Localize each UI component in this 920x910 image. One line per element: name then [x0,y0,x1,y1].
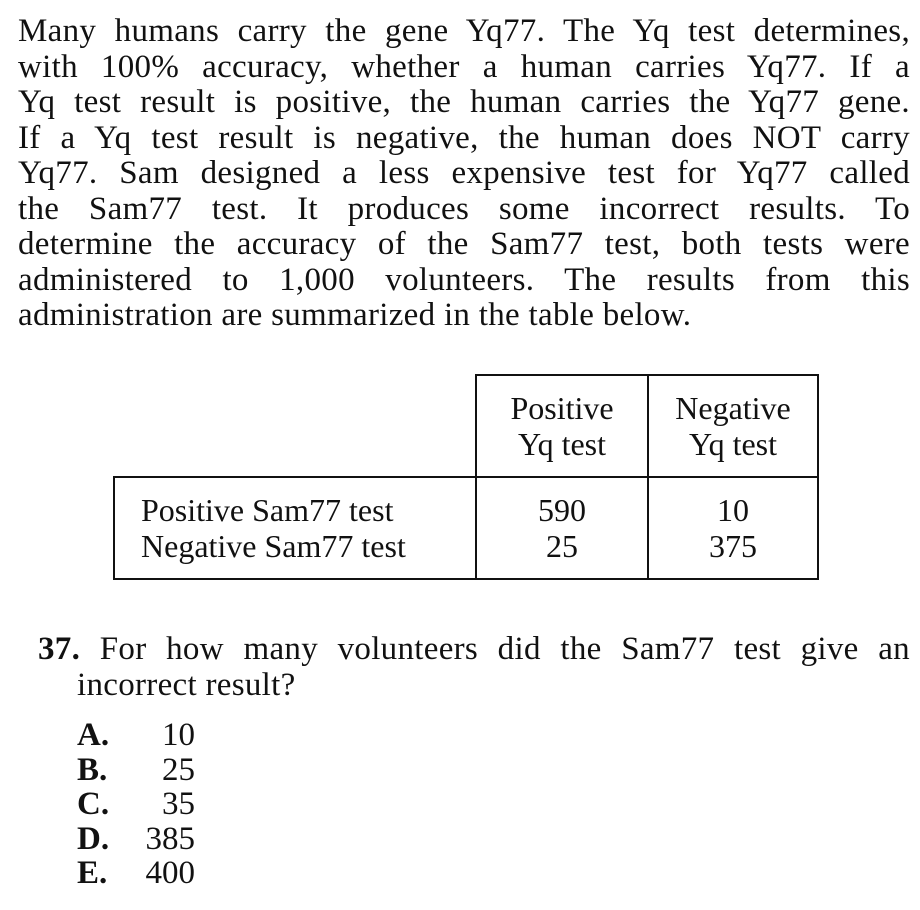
col-header-line: Positive [510,390,614,426]
choice-value: 10 [162,717,195,753]
choice-e[interactable]: E. 400 [77,856,195,891]
passage-line: Many humans carry the gene Yq77. The Yq … [18,13,910,49]
question-number: 37. [38,631,81,667]
cell-value: 25 [546,528,578,564]
table-corner-blank [114,375,476,477]
question-line: 37. For how many volunteers did the Sam7… [38,631,910,667]
results-table: Positive Yq test Negative Yq test Positi… [113,374,819,580]
question-text-continued: incorrect result? [77,667,296,703]
choice-letter: E. [77,855,108,891]
col-header-line: Yq test [689,426,777,462]
cell-positive-yq: 590 25 [475,476,649,580]
row-labels-cell: Positive Sam77 test Negative Sam77 test [113,476,477,580]
choice-a[interactable]: A. 10 [77,718,195,753]
choice-letter: C. [77,786,110,822]
cell-value: 590 [538,492,586,528]
passage-line: administration are summarized in the tab… [18,297,692,333]
row-label-negative-sam77: Negative Sam77 test [141,528,406,564]
passage-line: determine the accuracy of the Sam77 test… [18,226,910,262]
question-37: 37. For how many volunteers did the Sam7… [38,631,910,703]
cell-value: 10 [717,492,749,528]
passage-line: Yq77. Sam designed a less expensive test… [18,155,910,191]
col-header-negative-yq: Negative Yq test [647,374,819,477]
choice-letter: A. [77,717,110,753]
choice-letter: B. [77,751,108,788]
passage-line: administered to 1,000 volunteers. The re… [18,261,910,298]
passage-line: the Sam77 test. It produces some incorre… [18,190,910,227]
choice-value: 385 [145,820,196,857]
choice-letter: D. [77,820,110,857]
col-header-positive-yq: Positive Yq test [475,374,649,477]
choice-value: 25 [162,751,195,788]
choice-b[interactable]: B. 25 [77,751,195,788]
answer-choices: A. 10 B. 25 C. 35 D. 385 E. 400 [77,718,195,891]
cell-value: 375 [709,528,757,564]
passage-line: If a Yq test result is negative, the hum… [18,119,910,156]
passage-text: Many humans carry the gene Yq77. The Yq … [18,13,910,334]
col-header-line: Yq test [518,426,606,462]
cell-negative-yq: 10 375 [647,476,819,580]
row-label-positive-sam77: Positive Sam77 test [141,492,394,528]
col-header-line: Negative [675,390,791,426]
choice-c[interactable]: C. 35 [77,787,195,822]
table-body-row: Positive Sam77 test Negative Sam77 test … [113,476,819,580]
choice-value: 400 [145,855,196,891]
choice-value: 35 [162,786,195,822]
choice-d[interactable]: D. 385 [77,820,196,857]
passage-line: Yq test result is positive, the human ca… [18,84,910,120]
passage-line: with 100% accuracy, whether a human carr… [18,48,910,85]
table-header-row: Positive Yq test Negative Yq test [114,374,819,477]
question-text: For how many volunteers did the Sam77 te… [99,631,910,667]
